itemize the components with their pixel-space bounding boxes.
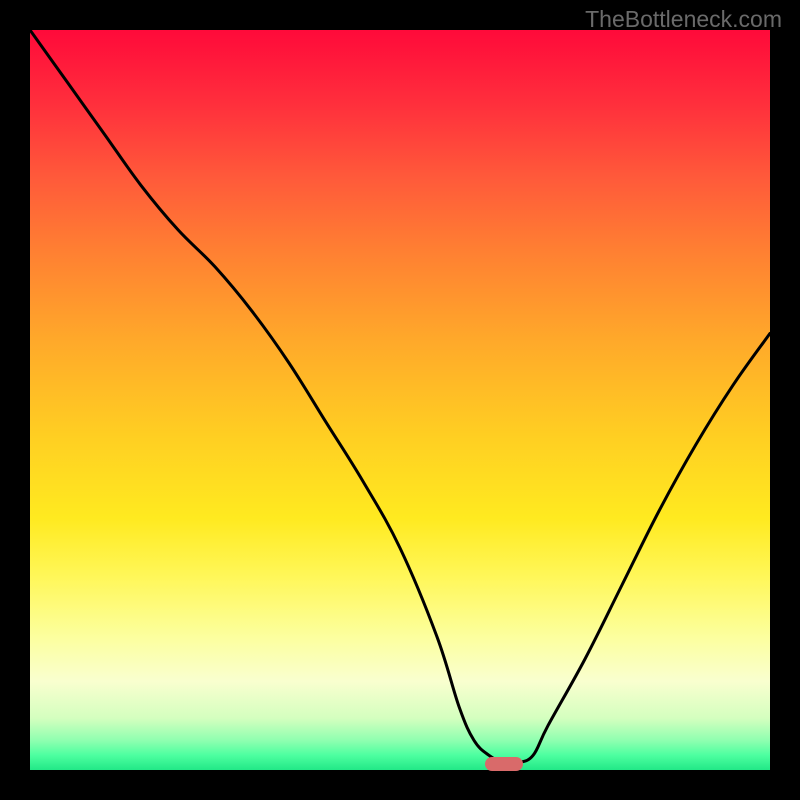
watermark-text: TheBottleneck.com xyxy=(585,6,782,33)
curve-line xyxy=(30,30,770,770)
highlight-marker xyxy=(485,757,523,771)
chart-frame: TheBottleneck.com xyxy=(0,0,800,800)
chart-plot-area xyxy=(30,30,770,770)
